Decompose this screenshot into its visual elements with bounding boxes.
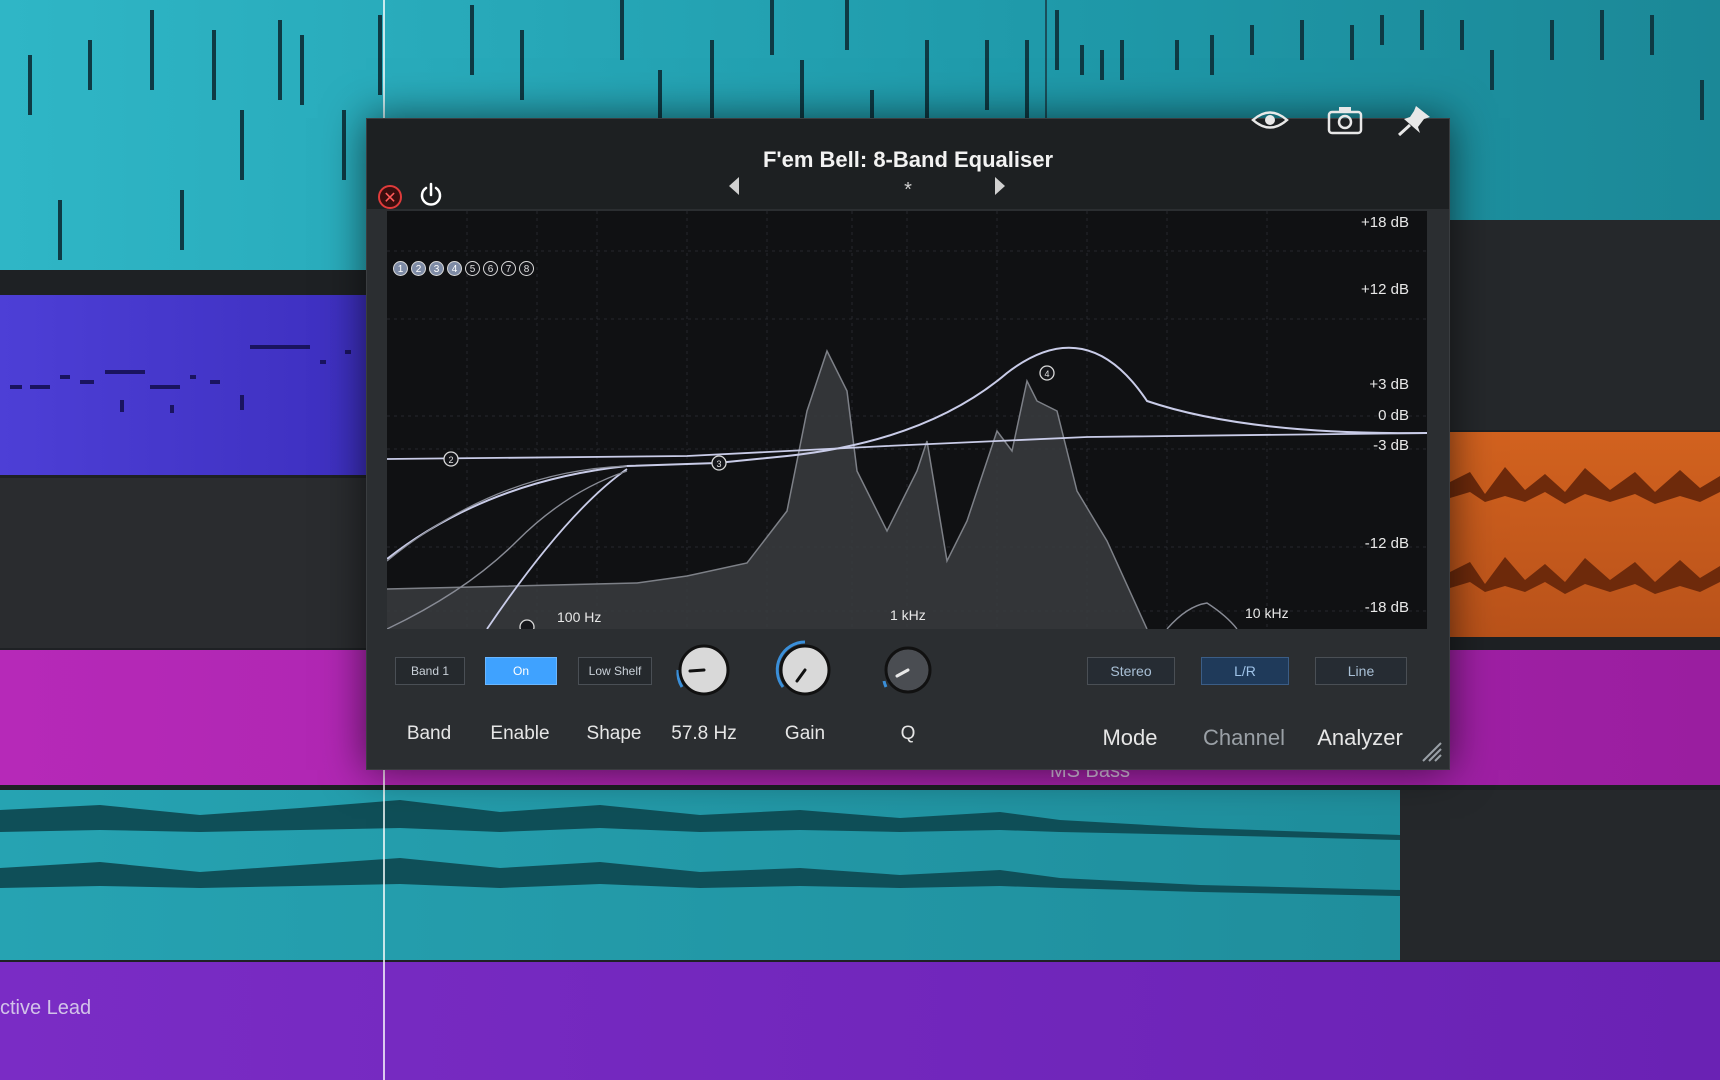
q-knob[interactable] <box>877 639 939 701</box>
band-dot-8[interactable]: 8 <box>519 261 534 276</box>
eq-plugin-window: ✕ F'em Bell: 8-Band Equaliser * 2 3 4 1 … <box>366 106 1450 770</box>
track-audio-orange[interactable] <box>1450 432 1720 637</box>
track-label-lead: ctive Lead <box>0 997 92 1019</box>
analyzer-select[interactable]: Line <box>1315 657 1407 685</box>
db-label: +18 dB <box>1361 214 1409 231</box>
plugin-title: F'em Bell: 8-Band Equaliser <box>762 147 1054 172</box>
hz-label: 1 kHz <box>890 607 926 623</box>
db-label: 0 dB <box>1378 407 1409 424</box>
enable-toggle[interactable]: On <box>485 657 557 685</box>
band-controls: Band 1 On Low Shelf Stereo L/R Line Band… <box>367 631 1449 769</box>
band-dot-4[interactable]: 4 <box>447 261 462 276</box>
resize-grip-icon[interactable] <box>1419 739 1443 763</box>
band-dot-6[interactable]: 6 <box>483 261 498 276</box>
preset-next-button[interactable] <box>995 177 1005 195</box>
track-empty-lower[interactable] <box>1400 790 1720 960</box>
db-label: -18 dB <box>1364 599 1409 616</box>
band-dot-2[interactable]: 2 <box>411 261 426 276</box>
track-purple[interactable]: ctive Lead <box>0 962 1720 1080</box>
track-audio-teal[interactable] <box>0 790 1400 960</box>
q-label: Q <box>900 723 916 744</box>
analyzer-label: Analyzer <box>1317 725 1403 750</box>
eye-icon[interactable] <box>1250 103 1290 137</box>
plugin-header: ✕ F'em Bell: 8-Band Equaliser * <box>367 106 1449 209</box>
track-empty-right[interactable] <box>1440 220 1720 430</box>
channel-select[interactable]: L/R <box>1201 657 1289 685</box>
enable-label: Enable <box>490 723 550 744</box>
band-dot-1[interactable]: 1 <box>393 261 408 276</box>
shape-select[interactable]: Low Shelf <box>578 657 652 685</box>
channel-label: Channel <box>1203 725 1285 750</box>
db-label: -3 dB <box>1373 437 1409 454</box>
hz-label: 10 kHz <box>1245 605 1289 621</box>
track-midi-blue[interactable] <box>0 295 370 475</box>
eq-graph[interactable]: 2 3 4 1 2 3 4 5 6 7 8 +18 dB +12 dB +3 d… <box>387 211 1427 629</box>
midi-notes <box>10 345 351 413</box>
audio-waveform <box>1450 467 1720 594</box>
db-label: -12 dB <box>1364 535 1409 552</box>
gain-knob[interactable] <box>774 639 836 701</box>
frequency-knob[interactable] <box>673 639 735 701</box>
db-label: +3 dB <box>1369 376 1409 393</box>
band-dot-3[interactable]: 3 <box>429 261 444 276</box>
frequency-value: 57.8 Hz <box>671 723 737 744</box>
band-dot-7[interactable]: 7 <box>501 261 516 276</box>
audio-waveform <box>0 800 1400 896</box>
eq-curve-display <box>387 211 1427 629</box>
band-select-button[interactable]: Band 1 <box>395 657 465 685</box>
band-selector: 1 2 3 4 5 6 7 8 <box>393 261 534 276</box>
track-empty-left[interactable] <box>0 478 370 648</box>
camera-icon[interactable] <box>1325 103 1365 137</box>
gain-label: Gain <box>784 723 826 744</box>
band-label: Band <box>406 723 452 744</box>
mode-select[interactable]: Stereo <box>1087 657 1175 685</box>
mode-label: Mode <box>1102 725 1158 750</box>
preset-modified-indicator: * <box>904 179 912 201</box>
db-label: +12 dB <box>1361 281 1409 298</box>
shape-label: Shape <box>586 723 642 744</box>
hz-label: 100 Hz <box>557 609 602 625</box>
band-dot-5[interactable]: 5 <box>465 261 480 276</box>
pin-icon[interactable] <box>1394 103 1434 137</box>
